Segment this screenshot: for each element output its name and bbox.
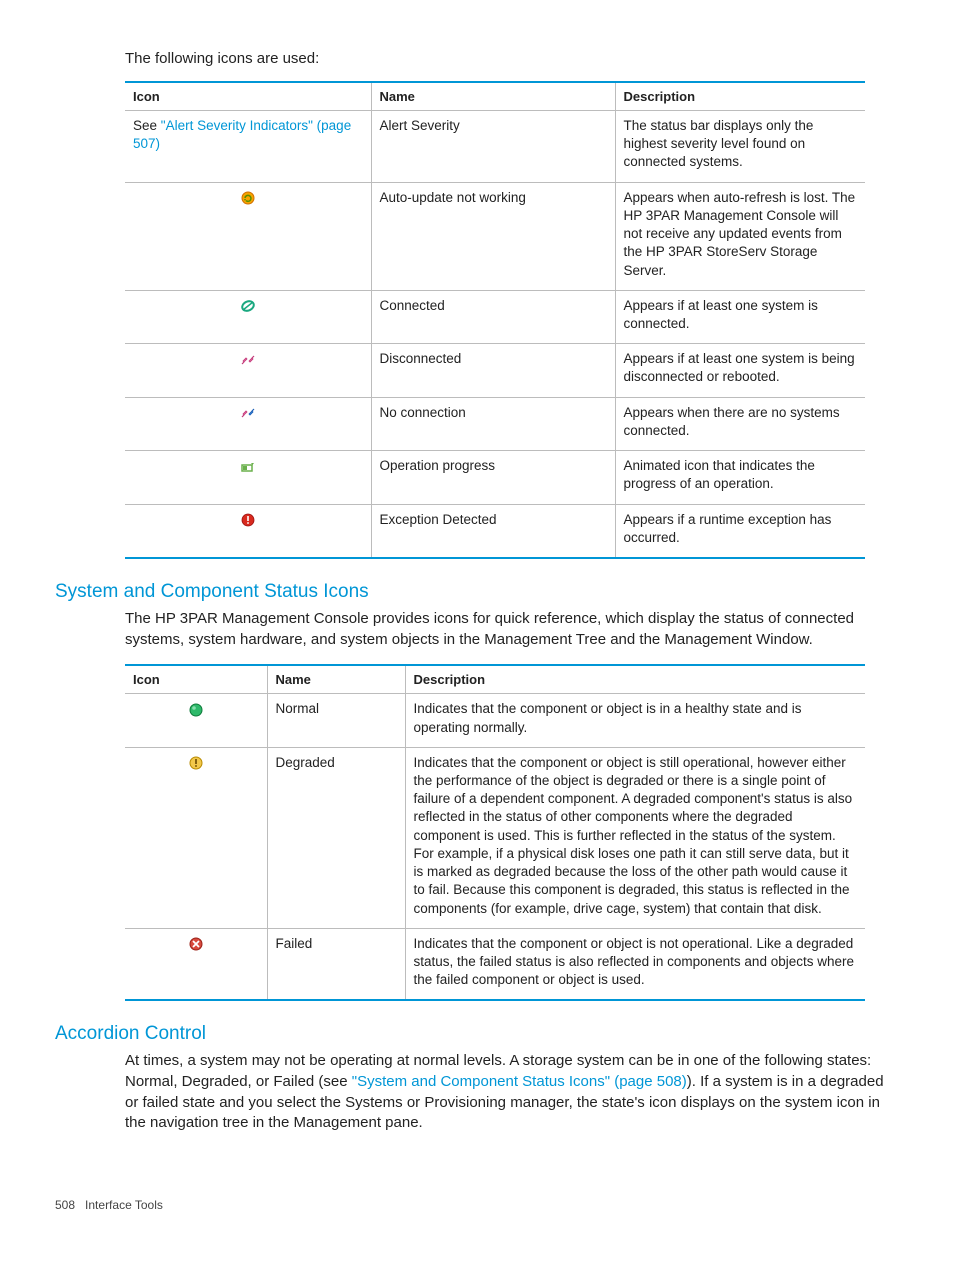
t2r2-desc: Indicates that the component or object i…	[405, 928, 865, 1000]
table-row: Normal Indicates that the component or o…	[125, 694, 865, 747]
t1-header-name: Name	[371, 82, 615, 111]
footer-page-number: 508	[55, 1198, 75, 1212]
table-row: Exception Detected Appears if a runtime …	[125, 504, 865, 558]
t2r2-icon	[125, 928, 267, 1000]
t1r4-name: No connection	[371, 397, 615, 450]
t1r1-icon	[125, 182, 371, 290]
t1r2-name: Connected	[371, 290, 615, 343]
icons-table-1: Icon Name Description See "Alert Severit…	[125, 81, 865, 559]
table-row: Auto-update not working Appears when aut…	[125, 182, 865, 290]
degraded-icon	[188, 755, 204, 771]
t2r0-icon	[125, 694, 267, 747]
table-row: Operation progress Animated icon that in…	[125, 451, 865, 504]
t1r3-icon	[125, 344, 371, 397]
section-status-icons-head: System and Component Status Icons	[55, 581, 899, 603]
t1r1-name: Auto-update not working	[371, 182, 615, 290]
t1r6-desc: Appears if a runtime exception has occur…	[615, 504, 865, 558]
t2r1-name: Degraded	[267, 747, 405, 928]
icons-table-2: Icon Name Description Normal Indicates t…	[125, 664, 865, 1001]
table-row: Connected Appears if at least one system…	[125, 290, 865, 343]
no-connection-icon	[240, 405, 256, 421]
table-row: Degraded Indicates that the component or…	[125, 747, 865, 928]
t1r5-desc: Animated icon that indicates the progres…	[615, 451, 865, 504]
t1r6-name: Exception Detected	[371, 504, 615, 558]
failed-icon	[188, 936, 204, 952]
t1r1-desc: Appears when auto-refresh is lost. The H…	[615, 182, 865, 290]
t1-header-icon: Icon	[125, 82, 371, 111]
t1-header-desc: Description	[615, 82, 865, 111]
alert-severity-link[interactable]: "Alert Severity Indicators" (page 507)	[133, 118, 351, 151]
footer-section-title: Interface Tools	[85, 1198, 163, 1212]
table-row: See "Alert Severity Indicators" (page 50…	[125, 111, 865, 183]
normal-icon	[188, 702, 204, 718]
t1r6-icon	[125, 504, 371, 558]
progress-icon	[240, 459, 256, 475]
t1r0-icon: See "Alert Severity Indicators" (page 50…	[125, 111, 371, 183]
t2r0-desc: Indicates that the component or object i…	[405, 694, 865, 747]
t2-header-desc: Description	[405, 665, 865, 694]
t1r0-name: Alert Severity	[371, 111, 615, 183]
t2r2-name: Failed	[267, 928, 405, 1000]
section-accordion-head: Accordion Control	[55, 1023, 899, 1045]
t1r2-icon	[125, 290, 371, 343]
exception-icon	[240, 512, 256, 528]
section-status-icons-body: The HP 3PAR Management Console provides …	[125, 609, 899, 650]
status-icons-link[interactable]: "System and Component Status Icons" (pag…	[352, 1073, 687, 1090]
t2-header-icon: Icon	[125, 665, 267, 694]
table-row: Failed Indicates that the component or o…	[125, 928, 865, 1000]
auto-update-icon	[240, 190, 256, 206]
t2r1-desc: Indicates that the component or object i…	[405, 747, 865, 928]
connected-icon	[240, 298, 256, 314]
t2r0-name: Normal	[267, 694, 405, 747]
disconnected-icon	[240, 352, 256, 368]
t1r0-desc: The status bar displays only the highest…	[615, 111, 865, 183]
t1r4-desc: Appears when there are no systems connec…	[615, 397, 865, 450]
section-accordion-body: At times, a system may not be operating …	[125, 1051, 899, 1134]
t2r1-icon	[125, 747, 267, 928]
t1r3-name: Disconnected	[371, 344, 615, 397]
page-footer: 508 Interface Tools	[55, 1198, 163, 1212]
t1r4-icon	[125, 397, 371, 450]
t1r5-icon	[125, 451, 371, 504]
t1r5-name: Operation progress	[371, 451, 615, 504]
intro-text: The following icons are used:	[125, 50, 899, 67]
table-row: Disconnected Appears if at least one sys…	[125, 344, 865, 397]
t1r3-desc: Appears if at least one system is being …	[615, 344, 865, 397]
see-prefix: See	[133, 118, 161, 133]
table-row: No connection Appears when there are no …	[125, 397, 865, 450]
t1r2-desc: Appears if at least one system is connec…	[615, 290, 865, 343]
t2-header-name: Name	[267, 665, 405, 694]
